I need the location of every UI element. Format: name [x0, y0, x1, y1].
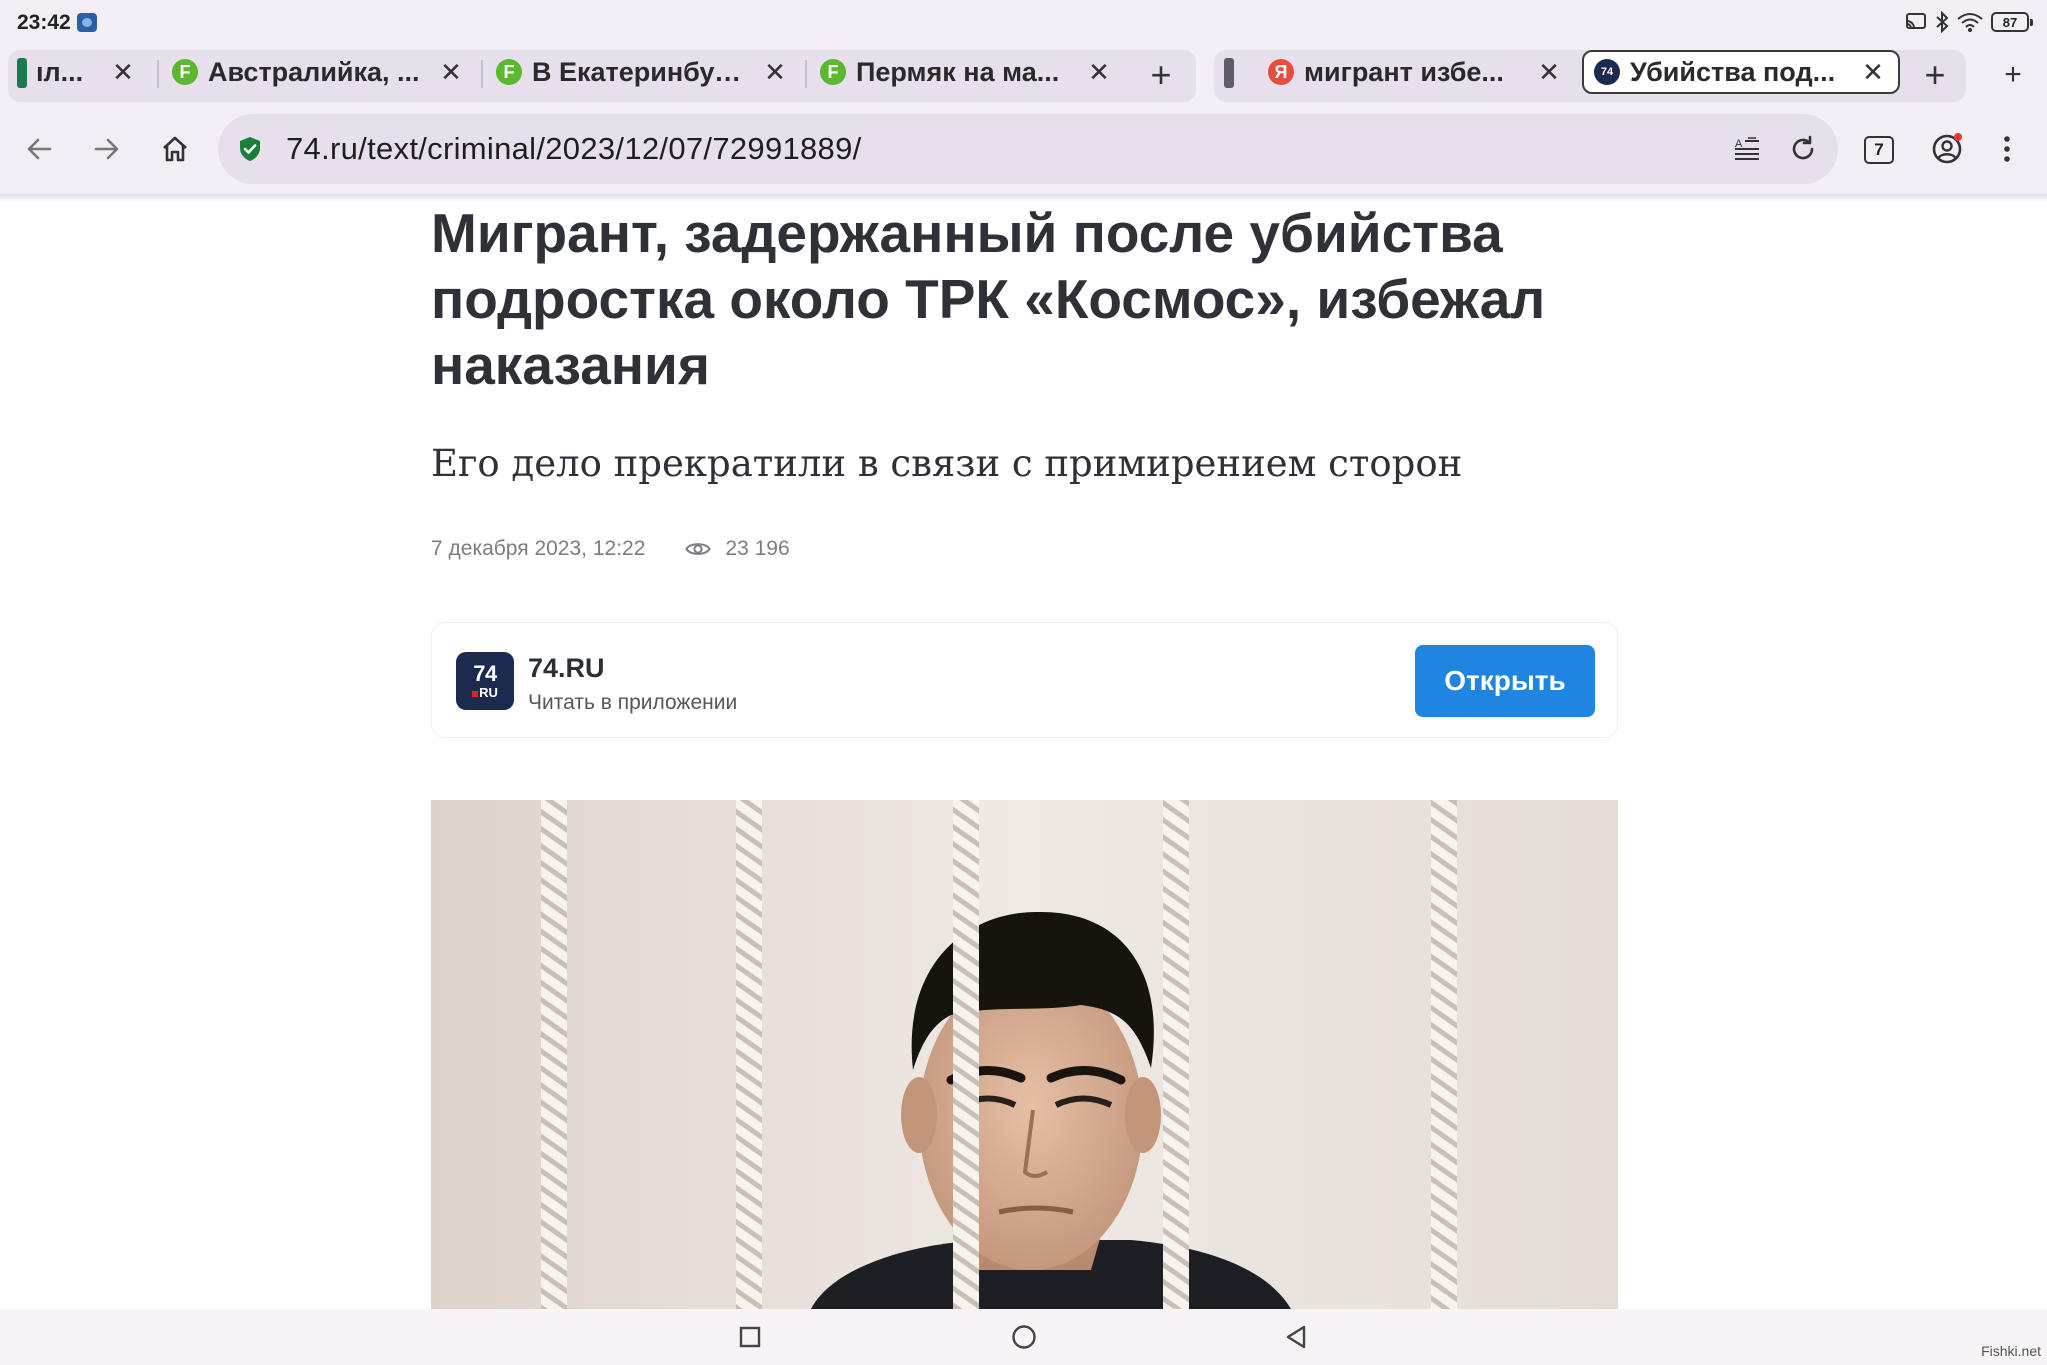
tab-divider	[157, 60, 159, 88]
app-name: 74.RU	[528, 653, 605, 683]
secure-shield-icon	[240, 137, 260, 161]
home-nav-button[interactable]	[1008, 1321, 1040, 1353]
tab-5[interactable]: Я мигрант избе... ✕	[1256, 50, 1574, 94]
home-icon	[163, 136, 187, 162]
forward-button[interactable]	[82, 124, 132, 174]
tab-close-icon[interactable]: ✕	[106, 55, 140, 89]
recents-button[interactable]	[734, 1321, 766, 1353]
article-meta: 7 декабря 2023, 12:22 23 196	[431, 534, 790, 564]
forward-arrow-icon	[94, 138, 119, 160]
url-text[interactable]: 74.ru/text/criminal/2023/12/07/72991889/	[286, 131, 862, 167]
status-time: 23:42	[17, 11, 71, 34]
74ru-logo: 74 RU	[456, 652, 514, 710]
tab-close-icon[interactable]: ✕	[434, 55, 468, 89]
back-button[interactable]	[14, 124, 64, 174]
tab-1[interactable]: ıл... ✕	[24, 50, 148, 94]
group-new-tab-button[interactable]: +	[1914, 54, 1956, 96]
tab-3[interactable]: F В Екатеринбур... ✕	[484, 50, 800, 94]
menu-button[interactable]	[1982, 124, 2032, 174]
circle-icon	[1012, 1325, 1036, 1349]
profile-button[interactable]	[1922, 124, 1972, 174]
new-tab-button[interactable]: +	[1992, 54, 2034, 96]
tab-title: Австралийка, ...	[208, 56, 420, 87]
back-nav-button[interactable]	[1280, 1321, 1312, 1353]
tab-divider	[481, 60, 483, 88]
status-bar: 23:42 87	[0, 0, 2047, 46]
fishki-favicon-icon: F	[820, 59, 846, 85]
tab-6-active[interactable]: 74 Убийства под... ✕	[1582, 50, 1900, 94]
logo-number: 74	[473, 661, 497, 686]
more-vert-icon	[2004, 136, 2010, 162]
tab-strip: ıл... ✕ F Австралийка, ... ✕ F В Екатери…	[0, 46, 2047, 104]
status-icons: 87	[1905, 9, 2033, 35]
system-navigation-bar: Fishki.net	[0, 1309, 2047, 1365]
square-icon	[739, 1326, 761, 1348]
open-app-button[interactable]: Открыть	[1415, 645, 1595, 717]
tab-close-icon[interactable]: ✕	[1082, 55, 1116, 89]
tab-close-icon[interactable]: ✕	[1856, 55, 1890, 89]
bluetooth-icon	[1936, 11, 1949, 33]
address-bar[interactable]: 74.ru/text/criminal/2023/12/07/72991889/…	[218, 114, 1838, 184]
reader-mode-icon: A	[1735, 137, 1759, 160]
app-banner: 74 RU 74.RU Читать в приложении Открыть	[431, 622, 1618, 738]
fishki-favicon-icon: F	[172, 59, 198, 85]
battery-level: 87	[2002, 14, 2018, 30]
battery-icon: 87	[1991, 12, 2033, 32]
article-date: 7 декабря 2023, 12:22	[431, 537, 646, 560]
article-views: 23 196	[725, 537, 790, 560]
toolbar-shadow	[0, 194, 2047, 202]
tab-divider	[805, 60, 807, 88]
tab-title: Пермяк на ма...	[856, 56, 1060, 87]
tab-close-icon[interactable]: ✕	[1532, 55, 1566, 89]
tab-count: 7	[1874, 140, 1884, 159]
back-arrow-icon	[27, 138, 52, 160]
reader-mode-button[interactable]: A	[1730, 132, 1764, 166]
tab-title: Убийства под...	[1630, 56, 1836, 87]
tab-group-color-icon	[1224, 58, 1234, 88]
fishki-favicon-icon: F	[496, 59, 522, 85]
photo-man-behind-bars	[431, 800, 1618, 1309]
home-button[interactable]	[150, 124, 200, 174]
tab-title: В Екатеринбур...	[532, 56, 750, 87]
browser-toolbar: 74.ru/text/criminal/2023/12/07/72991889/…	[0, 104, 2047, 194]
tab-2[interactable]: F Австралийка, ... ✕	[160, 50, 476, 94]
article-headline: Мигрант, задержанный после убийства подр…	[431, 202, 1546, 396]
wifi-icon	[1957, 13, 1983, 32]
notification-icon	[77, 13, 97, 32]
article-photo[interactable]	[431, 800, 1618, 1309]
tab-switcher-button[interactable]: 7	[1864, 136, 1894, 164]
tab-title: ıл...	[36, 56, 84, 87]
74ru-favicon-icon: 74	[1594, 59, 1620, 85]
tab-close-icon[interactable]: ✕	[758, 55, 792, 89]
tab-4[interactable]: F Пермяк на ма... ✕	[808, 50, 1124, 94]
triangle-back-icon	[1286, 1325, 1306, 1349]
watermark: Fishki.net	[1981, 1343, 2041, 1359]
logo-suffix: RU	[472, 686, 498, 699]
account-icon	[1932, 133, 1962, 164]
web-page: Мигрант, задержанный после убийства подр…	[0, 194, 2047, 1309]
eye-icon	[685, 540, 712, 558]
tab-title: мигрант избе...	[1304, 56, 1504, 87]
group-new-tab-button[interactable]: +	[1140, 54, 1182, 96]
reload-button[interactable]	[1786, 132, 1820, 166]
cast-icon	[1906, 13, 1926, 29]
article-subtitle: Его дело прекратили в связи с примирение…	[431, 442, 1463, 485]
app-subtitle: Читать в приложении	[528, 691, 738, 714]
reload-icon	[1792, 135, 1814, 160]
yandex-favicon-icon: Я	[1268, 59, 1294, 85]
